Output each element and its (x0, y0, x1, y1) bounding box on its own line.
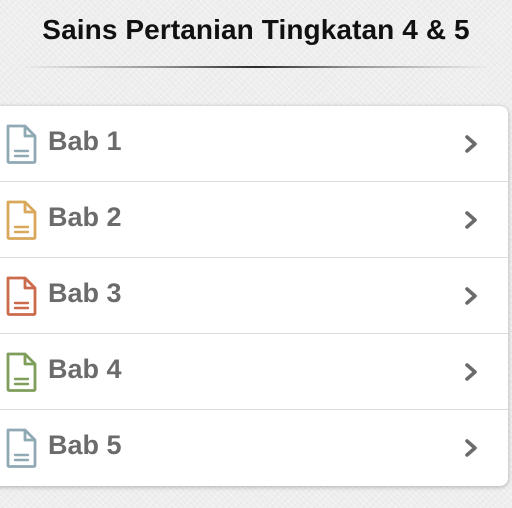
header-divider (22, 66, 490, 68)
chevron-right-icon (462, 437, 480, 459)
chapter-list: Bab 1 Bab 2 Bab 3 Bab 4 Bab 5 (0, 106, 508, 486)
chapter-label: Bab 1 (48, 126, 122, 156)
header: Sains Pertanian Tingkatan 4 & 5 (0, 0, 512, 68)
document-icon (4, 124, 38, 164)
chapter-label: Bab 5 (48, 430, 122, 460)
document-icon (4, 352, 38, 392)
chapter-item-2[interactable]: Bab 2 (0, 182, 508, 258)
chapter-label: Bab 2 (48, 202, 122, 232)
chapter-item-4[interactable]: Bab 4 (0, 334, 508, 410)
chevron-right-icon (462, 133, 480, 155)
chapter-label: Bab 4 (48, 354, 122, 384)
document-icon (4, 276, 38, 316)
document-icon (4, 428, 38, 468)
chapter-item-3[interactable]: Bab 3 (0, 258, 508, 334)
chapter-item-5[interactable]: Bab 5 (0, 410, 508, 486)
chevron-right-icon (462, 285, 480, 307)
chapter-label: Bab 3 (48, 278, 122, 308)
page-title: Sains Pertanian Tingkatan 4 & 5 (42, 14, 470, 45)
document-icon (4, 200, 38, 240)
chevron-right-icon (462, 209, 480, 231)
chevron-right-icon (462, 361, 480, 383)
chapter-item-1[interactable]: Bab 1 (0, 106, 508, 182)
